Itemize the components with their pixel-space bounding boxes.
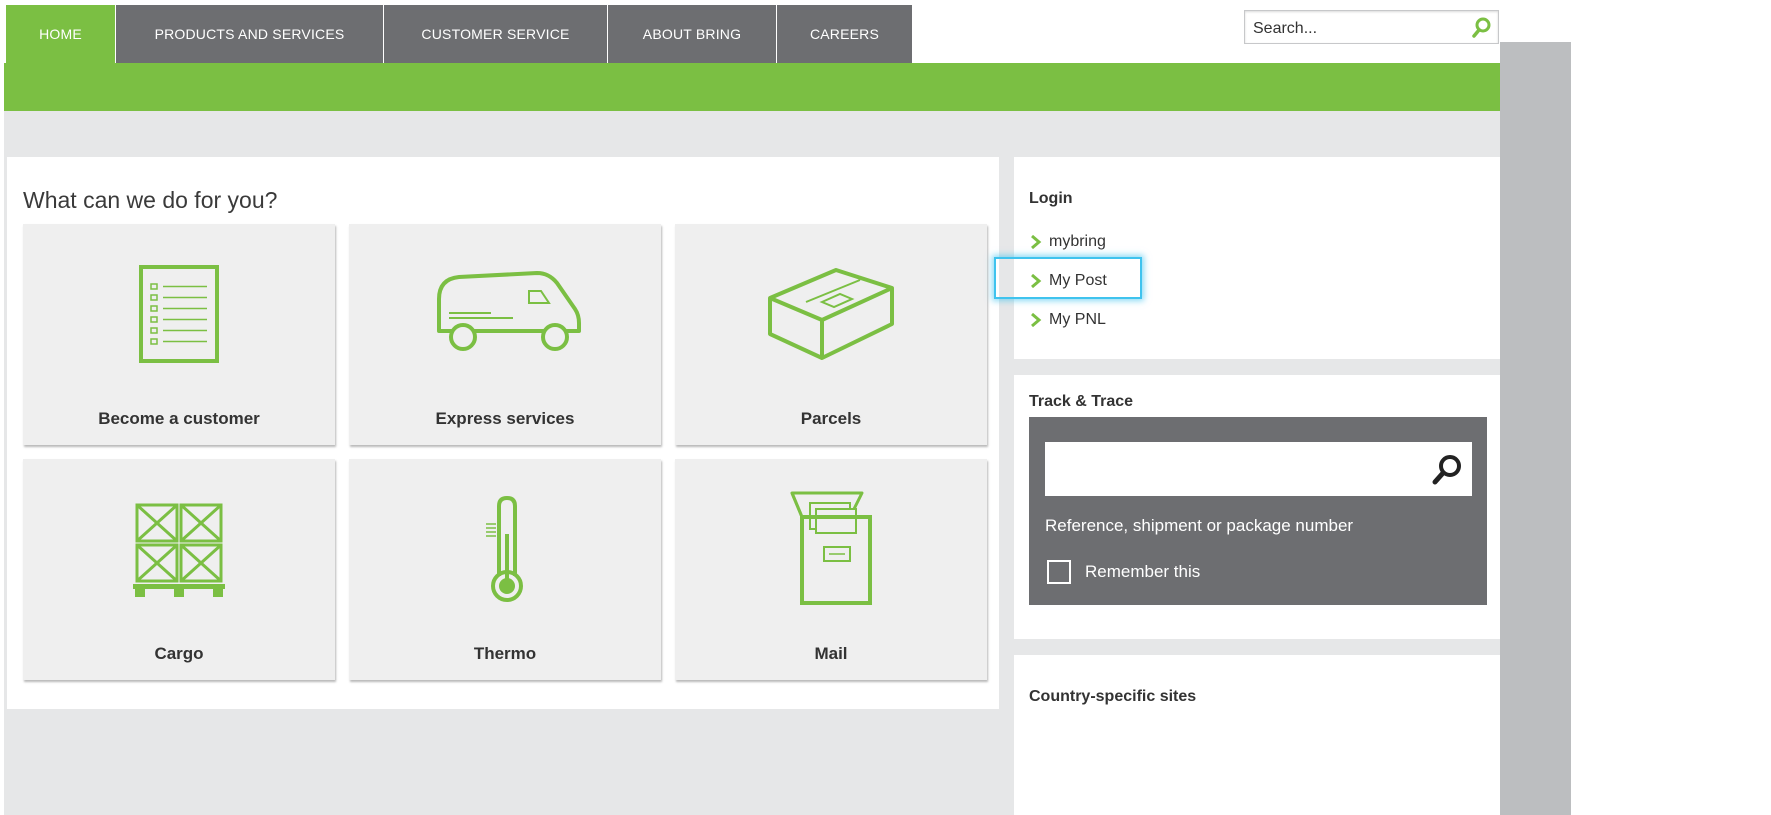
card-label: Thermo: [473, 644, 537, 663]
tab-products-and-services[interactable]: PRODUCTS AND SERVICES: [116, 5, 384, 63]
tab-careers[interactable]: CAREERS: [777, 5, 912, 63]
search-icon[interactable]: [1468, 14, 1496, 42]
side-gutter: [1500, 42, 1571, 815]
card-parcels[interactable]: Parcels: [675, 224, 987, 445]
pallet-crates-icon: [23, 491, 335, 606]
remember-this-checkbox[interactable]: Remember this: [1047, 560, 1200, 584]
card-label: Parcels: [800, 409, 862, 428]
track-heading: Track & Trace: [1029, 393, 1134, 410]
card-express-services[interactable]: Express services: [349, 224, 661, 445]
login-link-my-pnl[interactable]: My PNL: [1029, 311, 1106, 329]
track-input-wrap: [1045, 442, 1472, 496]
login-link-mybring[interactable]: mybring: [1029, 233, 1106, 251]
card-label: Express services: [435, 409, 575, 428]
mailbox-icon: [675, 491, 987, 606]
chevron-right-icon: [1031, 235, 1042, 249]
form-list-icon: [23, 256, 335, 371]
search-icon[interactable]: [1430, 453, 1464, 487]
checkbox-box[interactable]: [1047, 560, 1071, 584]
thermometer-icon: [349, 491, 661, 606]
track-and-trace-box: Track & Trace Reference, shipment or pac…: [1014, 375, 1500, 639]
login-link-label: My PNL: [1049, 311, 1106, 328]
tab-home[interactable]: HOME: [6, 5, 116, 63]
card-mail[interactable]: Mail: [675, 459, 987, 680]
main-navigation: HOME PRODUCTS AND SERVICES CUSTOMER SERV…: [6, 5, 912, 63]
services-panel: What can we do for you? Become a custome…: [7, 157, 999, 709]
login-box: Login mybring My Post My PNL: [1014, 157, 1500, 359]
green-banner: [4, 63, 1500, 111]
search-input[interactable]: [1245, 11, 1465, 43]
login-heading: Login: [1029, 190, 1073, 207]
login-link-label: mybring: [1049, 233, 1106, 250]
country-heading: Country-specific sites: [1029, 688, 1197, 705]
login-link-my-post[interactable]: My Post: [1029, 272, 1107, 290]
remember-label: Remember this: [1085, 562, 1201, 581]
card-label: Cargo: [154, 644, 204, 663]
tab-customer-service[interactable]: CUSTOMER SERVICE: [384, 5, 608, 63]
card-label: Mail: [814, 644, 848, 663]
site-search: [1244, 10, 1499, 44]
page-title: What can we do for you?: [23, 187, 278, 213]
chevron-right-icon: [1031, 313, 1042, 327]
card-cargo[interactable]: Cargo: [23, 459, 335, 680]
country-sites-box: Country-specific sites: [1014, 655, 1500, 815]
track-panel: Reference, shipment or package number Re…: [1029, 417, 1487, 605]
card-become-a-customer[interactable]: Become a customer: [23, 224, 335, 445]
page-margin: [1571, 0, 1771, 815]
tab-about-bring[interactable]: ABOUT BRING: [608, 5, 777, 63]
card-thermo[interactable]: Thermo: [349, 459, 661, 680]
chevron-right-icon: [1031, 274, 1042, 288]
track-help-text: Reference, shipment or package number: [1045, 516, 1354, 535]
login-link-label: My Post: [1049, 272, 1107, 289]
track-input[interactable]: [1045, 442, 1425, 496]
card-label: Become a customer: [98, 409, 260, 428]
van-icon: [349, 256, 661, 371]
parcel-box-icon: [675, 256, 987, 371]
